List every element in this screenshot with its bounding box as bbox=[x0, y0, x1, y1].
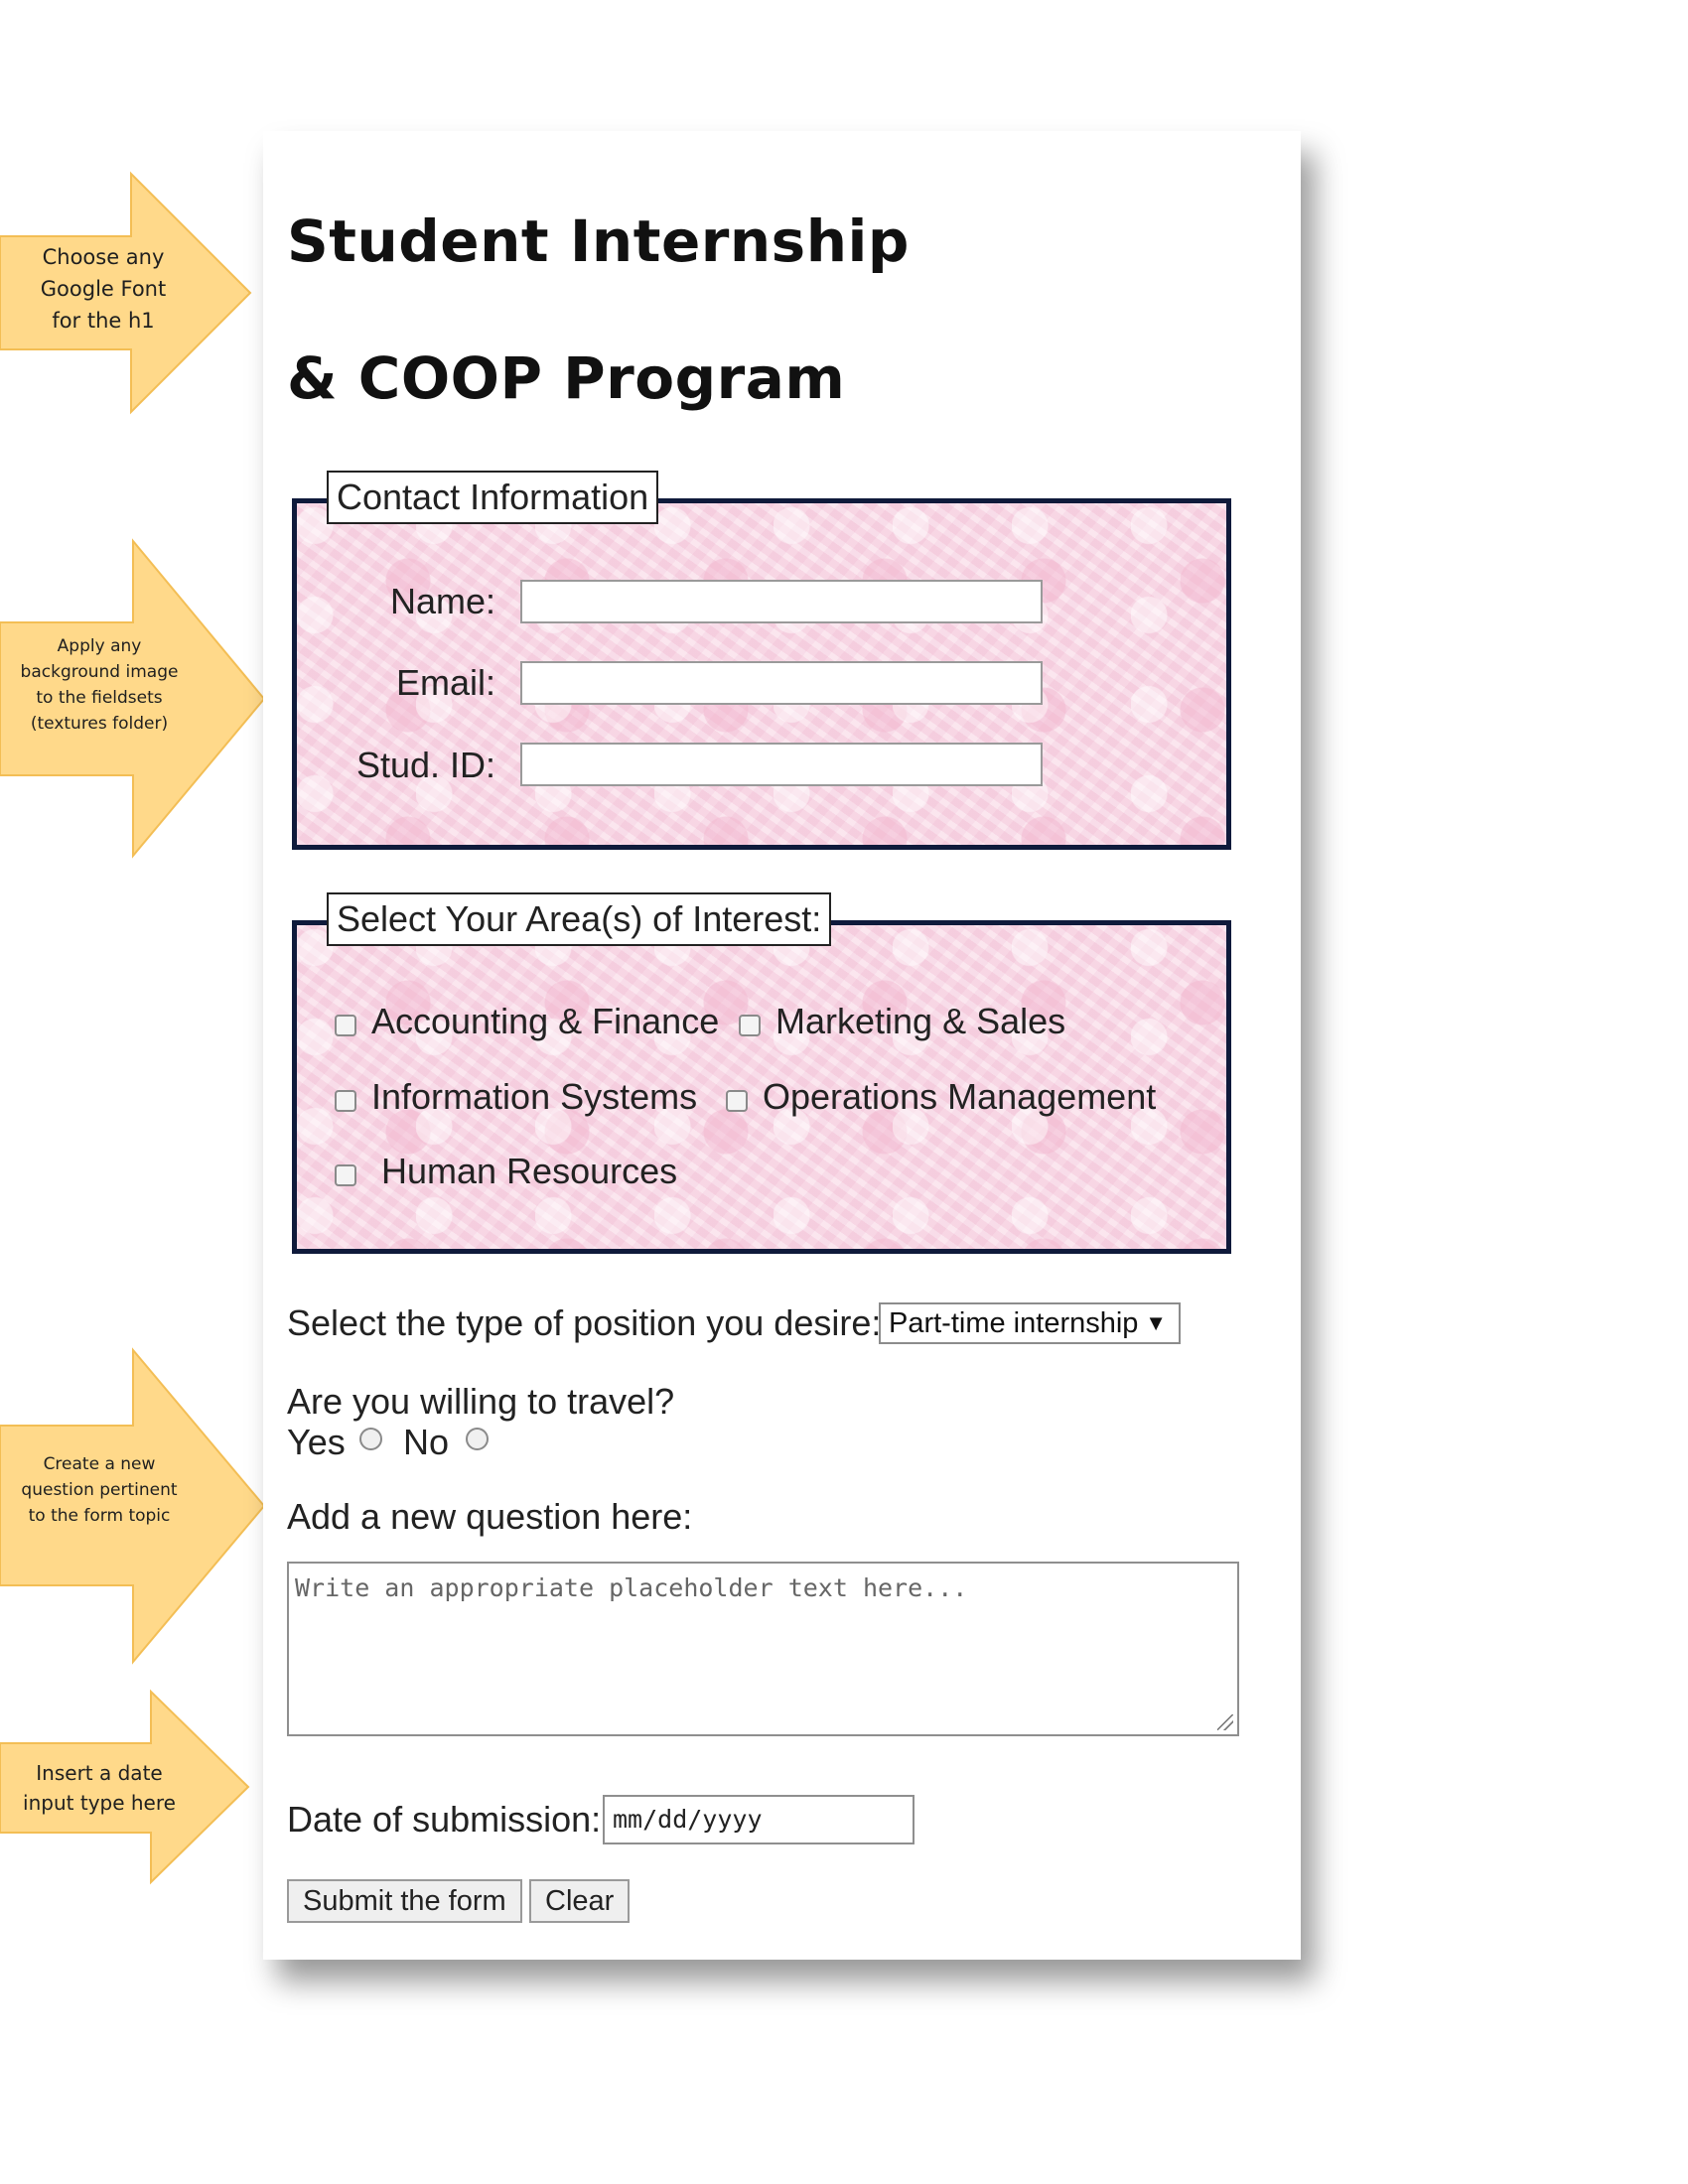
new-question-label: Add a new question here: bbox=[287, 1496, 693, 1537]
position-label: Select the type of position you desire: bbox=[287, 1302, 882, 1343]
student-id-input[interactable] bbox=[520, 743, 1043, 786]
travel-yes-radio[interactable] bbox=[359, 1428, 382, 1450]
date-placeholder: mm/dd/yyyy bbox=[613, 1805, 763, 1834]
date-input[interactable]: mm/dd/yyyy bbox=[603, 1795, 914, 1844]
travel-no-radio[interactable] bbox=[466, 1428, 489, 1450]
callout-text-date: Insert a date input type here bbox=[10, 1758, 189, 1818]
callout-line: to the fieldsets bbox=[36, 688, 163, 708]
student-id-label: Stud. ID: bbox=[355, 745, 495, 785]
checkbox-label: Information Systems bbox=[371, 1076, 698, 1117]
checkbox-operations-management[interactable] bbox=[726, 1090, 748, 1112]
checkbox-marketing-sales[interactable] bbox=[739, 1015, 761, 1036]
callout-line: Choose any bbox=[42, 245, 165, 269]
page-heading: Student Internship & COOP Program bbox=[287, 173, 910, 447]
travel-no-label: No bbox=[403, 1422, 450, 1462]
date-label: Date of submission: bbox=[287, 1799, 602, 1840]
callout-text-background: Apply any background image to the fields… bbox=[10, 633, 189, 737]
select-caret-icon: ▼ bbox=[1145, 1310, 1167, 1335]
resize-grip-icon[interactable] bbox=[1217, 1714, 1233, 1730]
callout-line: (textures folder) bbox=[30, 714, 169, 734]
checkbox-label: Accounting & Finance bbox=[371, 1001, 720, 1041]
callout-line: for the h1 bbox=[52, 309, 155, 333]
heading-line-2: & COOP Program bbox=[287, 344, 846, 412]
checkbox-label: Operations Management bbox=[763, 1076, 1157, 1117]
position-select-value: Part-time internship bbox=[889, 1307, 1139, 1339]
callout-line: Insert a date bbox=[36, 1761, 163, 1785]
position-select[interactable]: Part-time internship ▼ bbox=[879, 1302, 1181, 1344]
travel-yes-label: Yes bbox=[287, 1422, 346, 1462]
email-input[interactable] bbox=[520, 661, 1043, 705]
contact-fieldset: Contact Information Name: Email: Stud. I… bbox=[292, 471, 1231, 850]
textarea-placeholder: Write an appropriate placeholder text he… bbox=[295, 1573, 968, 1602]
callout-line: to the form topic bbox=[28, 1506, 171, 1526]
interests-fieldset: Select Your Area(s) of Interest: Account… bbox=[292, 892, 1231, 1254]
travel-question: Are you willing to travel? bbox=[287, 1381, 675, 1422]
callout-text-question: Create a new question pertinent to the f… bbox=[10, 1451, 189, 1529]
new-question-textarea[interactable]: Write an appropriate placeholder text he… bbox=[287, 1562, 1239, 1736]
callout-line: Create a new bbox=[43, 1454, 156, 1474]
name-input[interactable] bbox=[520, 580, 1043, 623]
submit-button[interactable]: Submit the form bbox=[287, 1879, 522, 1923]
interests-legend: Select Your Area(s) of Interest: bbox=[327, 892, 832, 946]
email-label: Email: bbox=[395, 662, 495, 703]
checkbox-label: Human Resources bbox=[381, 1151, 678, 1191]
contact-legend: Contact Information bbox=[327, 471, 659, 524]
callout-line: Apply any bbox=[57, 636, 142, 656]
checkbox-information-systems[interactable] bbox=[335, 1090, 356, 1112]
checkbox-accounting-finance[interactable] bbox=[335, 1015, 356, 1036]
callout-line: input type here bbox=[23, 1791, 176, 1815]
checkbox-label: Marketing & Sales bbox=[775, 1001, 1066, 1041]
callout-line: question pertinent bbox=[21, 1480, 178, 1500]
checkbox-human-resources[interactable] bbox=[335, 1164, 356, 1186]
name-label: Name: bbox=[389, 581, 495, 621]
form-page-card: Student Internship & COOP Program Contac… bbox=[263, 131, 1301, 1960]
callout-text-font: Choose any Google Font for the h1 bbox=[14, 241, 193, 337]
callout-line: Google Font bbox=[40, 277, 167, 301]
heading-line-1: Student Internship bbox=[287, 207, 910, 275]
clear-button[interactable]: Clear bbox=[529, 1879, 631, 1923]
callout-line: background image bbox=[20, 662, 179, 682]
